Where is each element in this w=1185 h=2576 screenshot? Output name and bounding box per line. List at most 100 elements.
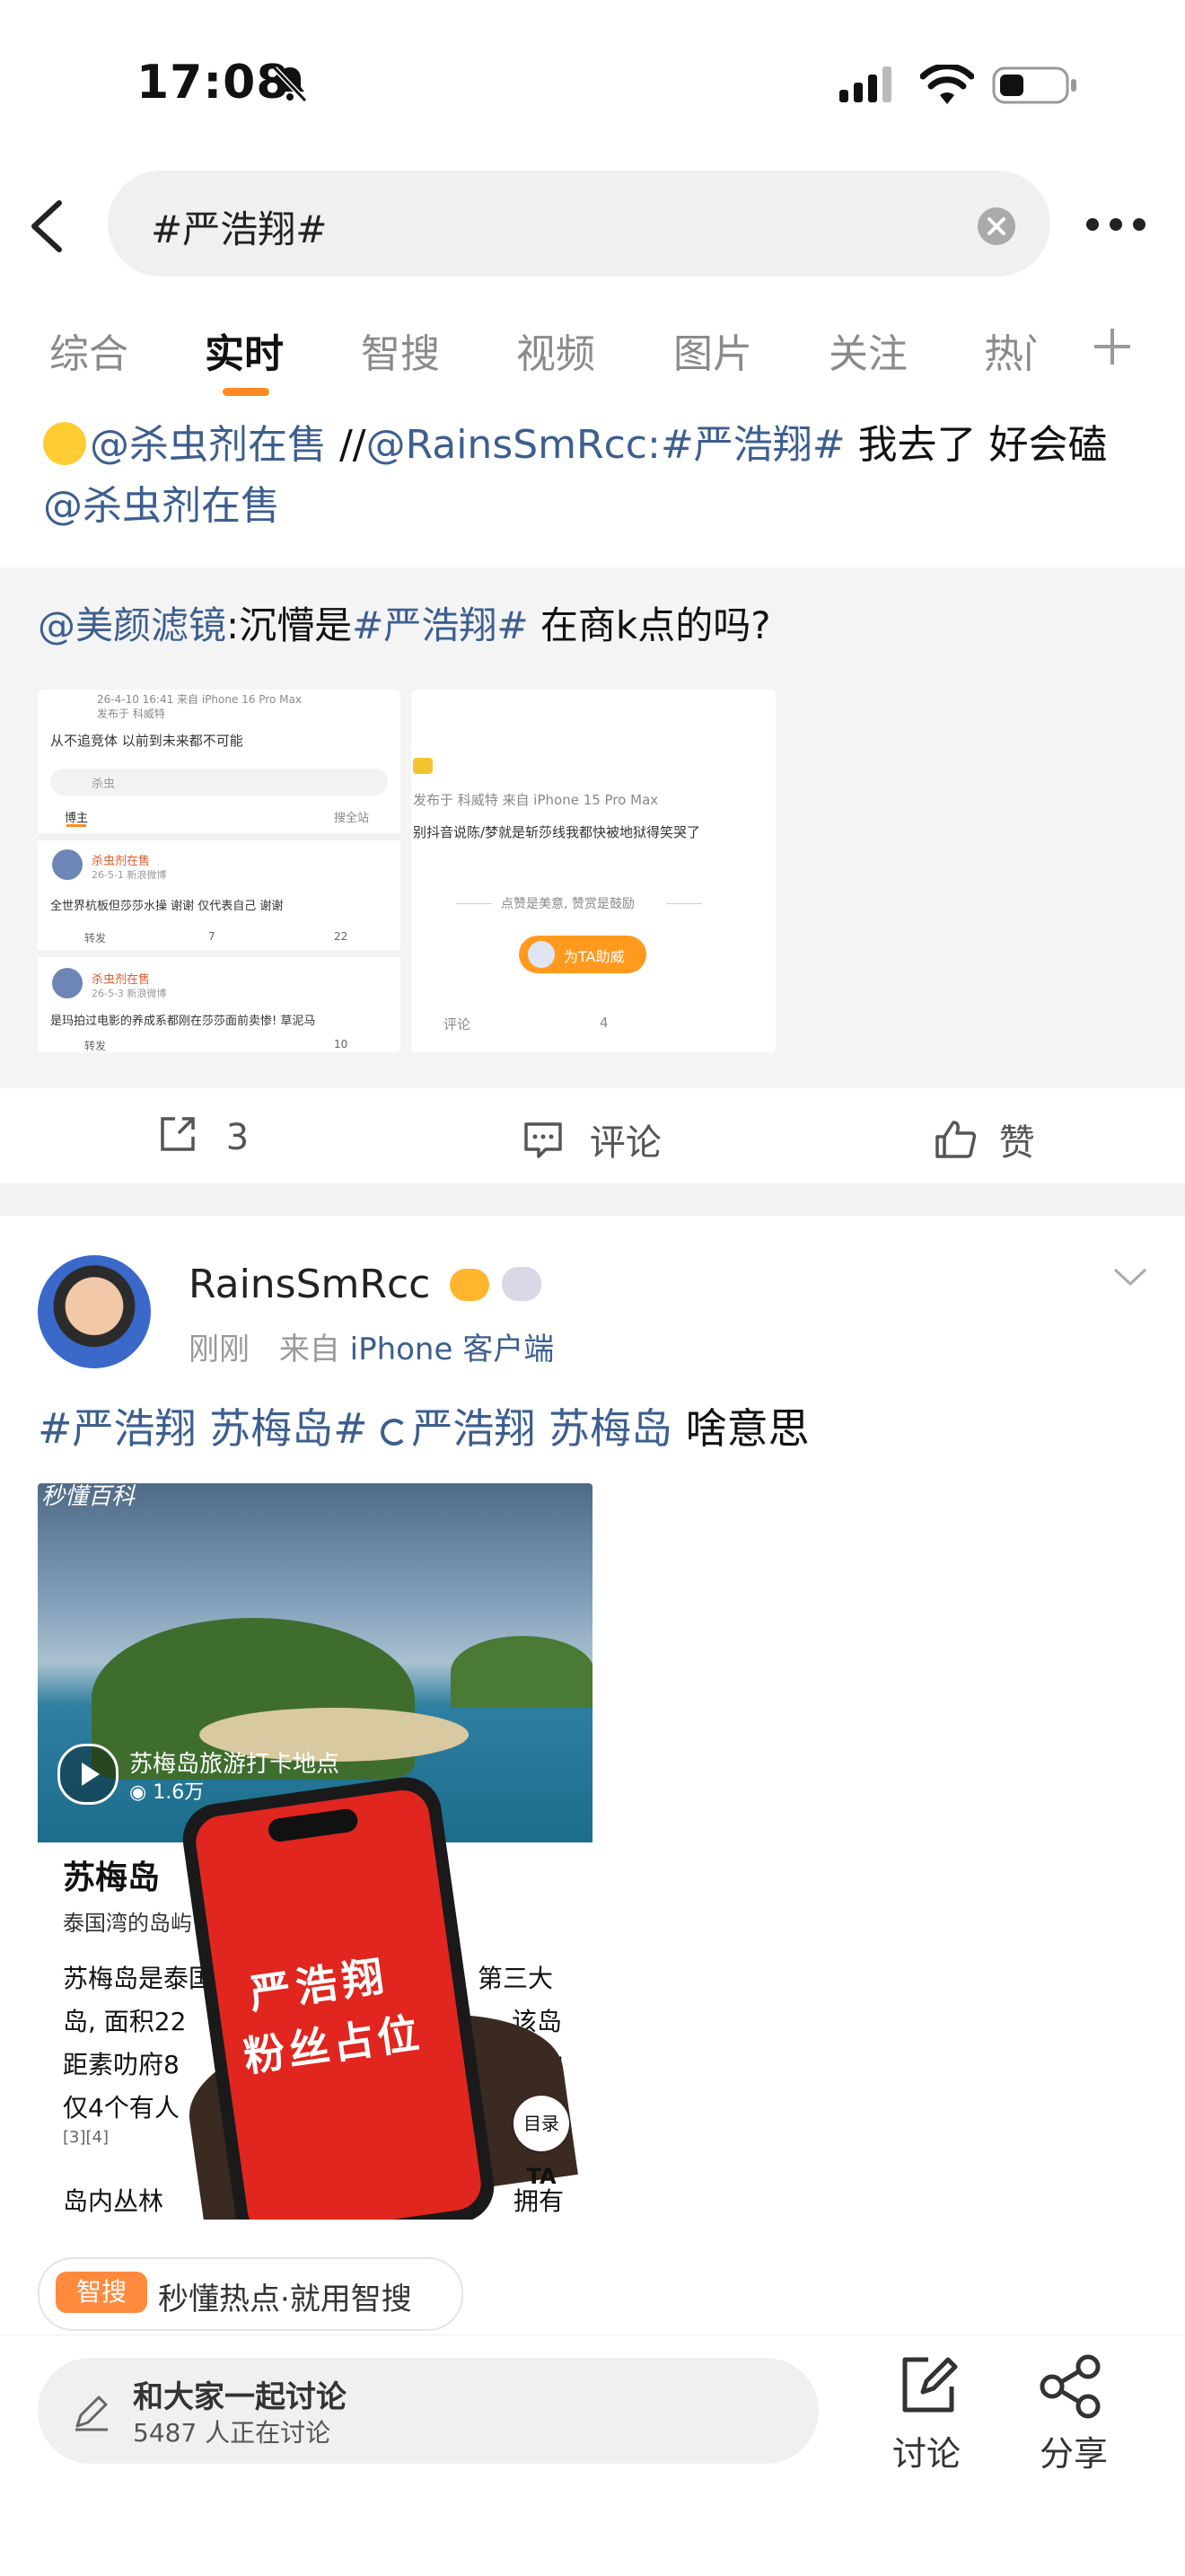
thumb-repost-1: 转发	[84, 932, 107, 945]
entry-title: 苏梅岛	[63, 1859, 161, 1896]
share-icon	[1040, 2354, 1101, 2419]
thumb2-comment: 评论	[443, 1016, 471, 1033]
tab-realtime[interactable]: 实时	[205, 321, 284, 379]
repost-count: 3	[225, 1117, 250, 1158]
post-topic-link[interactable]: #严浩翔 苏梅岛#	[38, 1404, 368, 1453]
smart-search-text: 秒懂热点·就用智搜	[158, 2281, 412, 2317]
toc-button[interactable]: 目录	[514, 2096, 569, 2151]
tab-images[interactable]: 图片	[673, 321, 752, 379]
tab-smart-search[interactable]: 智搜	[361, 321, 440, 379]
entry-body-5: 岛内丛林	[63, 2186, 164, 2216]
more-options-icon[interactable]	[1084, 214, 1147, 239]
quoted-topic-link[interactable]: #严浩翔#	[352, 603, 528, 647]
post-source-link[interactable]: iPhone 客户端	[350, 1332, 555, 1367]
wifi-icon	[919, 63, 975, 108]
thumb-date-2: 26-5-3 新浪微博	[92, 988, 167, 999]
repost-text: @杀虫剂在售 //@RainsSmRcc:#严浩翔# 我去了 好会磕 @杀虫剂在…	[43, 415, 1156, 537]
views-count: 1.6万	[153, 1781, 205, 1804]
entry-subtitle: 泰国湾的岛屿	[63, 1911, 192, 1936]
thumb-meta: 26-4-10 16:41 来自 iPhone 16 Pro Max	[97, 693, 302, 706]
thumb-comment-1: 7	[208, 930, 215, 943]
compose-icon	[902, 2357, 958, 2413]
signal-icon	[839, 66, 895, 108]
repost-separator: //	[327, 422, 366, 468]
discussion-title: 和大家一起讨论	[133, 2379, 347, 2415]
video-views: ◉ 1.6万	[129, 1776, 204, 1805]
entry-ref: [3][4]	[63, 2128, 109, 2147]
repost-button[interactable]: 3	[157, 1113, 249, 1158]
thumb2-line: 别抖音说陈/梦就是斩莎线我都快被地狱得笑哭了	[413, 824, 701, 840]
avatar[interactable]	[38, 1255, 151, 1368]
entry-body-1b: 第三大	[478, 1964, 554, 1993]
status-time: 17:08	[136, 56, 290, 110]
thumbs-up-icon	[935, 1121, 977, 1158]
search-link[interactable]: 严浩翔 苏梅岛	[381, 1404, 672, 1453]
username-text: RainsSmRcc	[189, 1262, 431, 1307]
topic-link[interactable]: #严浩翔#	[661, 422, 846, 468]
tab-comprehensive[interactable]: 综合	[49, 321, 128, 379]
post-text-tail: 啥意思	[672, 1404, 810, 1453]
post-time: 刚刚	[189, 1332, 250, 1367]
mention-link[interactable]: @杀虫剂在售	[90, 422, 327, 468]
post-text: #严浩翔 苏梅岛# 严浩翔 苏梅岛 啥意思	[38, 1396, 810, 1455]
thumb-repost-2: 转发	[84, 1040, 107, 1052]
like-button[interactable]: 赞	[934, 1113, 1035, 1165]
thumb-line: 从不追竞体 以前到未来都不可能	[50, 733, 243, 749]
share-button[interactable]: 分享	[1034, 2354, 1115, 2474]
mention-link-2[interactable]: @杀虫剂在售	[43, 483, 280, 529]
quote-prefix: :沉懵是	[226, 603, 353, 647]
thumb-date-1: 26-5-1 新浪微博	[92, 869, 167, 881]
thumb-tab-right: 搜全站	[334, 812, 370, 825]
search-query: #严浩翔#	[151, 207, 328, 251]
post-username[interactable]: RainsSmRcc	[189, 1262, 542, 1307]
post-image[interactable]: 秒懂百科 苏梅岛旅游打卡地点 ◉ 1.6万 苏梅岛 泰国湾的岛屿 苏梅岛是泰国 …	[38, 1483, 592, 2220]
tab-following[interactable]: 关注	[829, 321, 908, 379]
search-link-text: 严浩翔 苏梅岛	[411, 1404, 672, 1453]
cat-badge-icon	[502, 1267, 542, 1301]
thumb-user-1: 杀虫剂在售	[92, 855, 151, 868]
back-button[interactable]	[25, 198, 68, 259]
discuss-button[interactable]: 讨论	[889, 2354, 970, 2474]
crying-laugh-emoji-icon	[43, 422, 86, 465]
thumb2-like: 4	[600, 1015, 609, 1031]
ta-label: TA	[526, 2164, 557, 2189]
battery-icon	[992, 65, 1078, 110]
entry-body-2: 岛, 面积22	[63, 2007, 187, 2036]
post-menu-chevron-icon[interactable]	[1111, 1266, 1149, 1293]
thumb2-divider: 点赞是美意, 赞赏是鼓励	[501, 897, 635, 911]
add-tab-icon[interactable]	[1091, 325, 1134, 372]
views-eye-icon: ◉	[129, 1781, 154, 1804]
post-meta: 刚刚 来自 iPhone 客户端	[189, 1324, 554, 1368]
thumb-search-hint: 杀虫	[92, 778, 116, 791]
entry-body-3: 距素叻府8	[63, 2050, 180, 2079]
discussion-count: 5487 人正在讨论	[133, 2418, 331, 2448]
screenshot-thumbnail-2[interactable]: 发布于 科威特 来自 iPhone 15 Pro Max 别抖音说陈/梦就是斩莎…	[411, 690, 776, 1052]
thumb2-meta: 发布于 科威特 来自 iPhone 15 Pro Max	[413, 792, 659, 808]
tab-hot[interactable]: 热门	[984, 321, 1038, 375]
repost-user-link[interactable]: @RainsSmRcc:	[366, 422, 661, 468]
pencil-icon	[72, 2392, 111, 2435]
card-separator	[0, 1183, 1185, 1216]
thumb-user-2: 杀虫剂在售	[92, 973, 151, 987]
comment-label: 评论	[589, 1122, 662, 1164]
video-title: 苏梅岛旅游打卡地点	[129, 1751, 340, 1778]
screenshot-thumbnail-1[interactable]: 26-4-10 16:41 来自 iPhone 16 Pro Max 发布于 科…	[38, 690, 400, 1052]
repost-icon	[161, 1117, 195, 1151]
thumb-text-1: 全世界杭板但莎莎水操 谢谢 仅代表自己 谢谢	[50, 900, 284, 913]
thumb2-button: 为TA助威	[564, 948, 625, 965]
thumb-like-1: 22	[334, 930, 348, 943]
thumb-text-2: 是玛拍过电影的养成系都刚在莎莎面前卖惨! 草泥马	[50, 1015, 316, 1028]
image-watermark: 秒懂百科	[41, 1483, 136, 1510]
repost-body: 我去了 好会磕	[845, 422, 1108, 468]
clear-search-button[interactable]	[977, 207, 1016, 250]
thumb-meta-2: 发布于 科威特	[97, 708, 165, 720]
entry-body-1: 苏梅岛是泰国	[63, 1964, 215, 1993]
comment-button[interactable]: 评论	[522, 1113, 662, 1165]
discuss-label: 讨论	[892, 2434, 961, 2474]
tab-video[interactable]: 视频	[516, 321, 595, 379]
post-source-prefix: 来自	[278, 1332, 340, 1367]
play-video-button[interactable]	[57, 1744, 118, 1805]
quoted-user-link[interactable]: @美颜滤镜	[38, 603, 226, 647]
comment-icon	[524, 1122, 562, 1158]
like-label: 赞	[998, 1122, 1035, 1164]
